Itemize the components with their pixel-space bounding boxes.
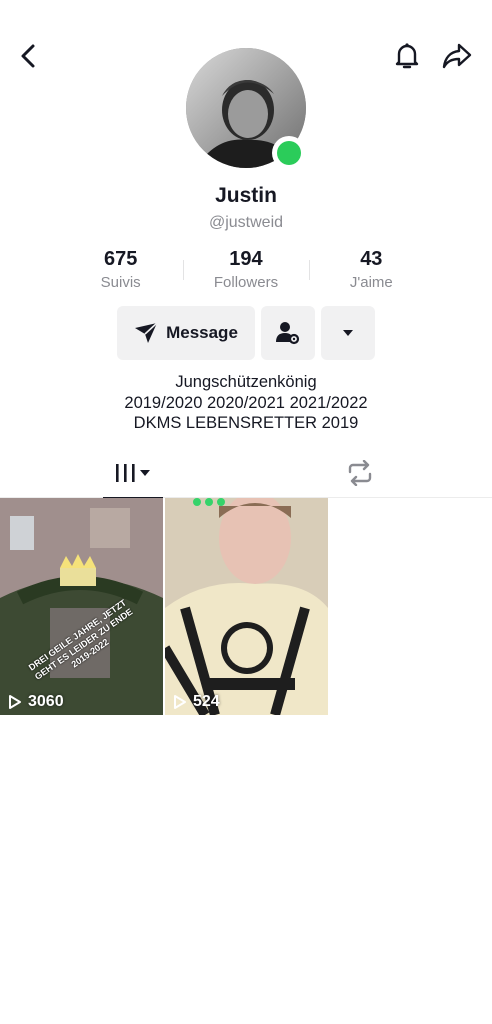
bio-line: DKMS LEBENSRETTER 2019	[133, 414, 359, 432]
stat-likes[interactable]: 43 J'aime	[308, 248, 434, 294]
profile-stats: 675 Suivis 194 Followers 43 J'aime	[58, 248, 434, 294]
profile-name: Justin	[215, 184, 277, 207]
play-icon	[174, 695, 186, 709]
user-settings-icon	[276, 322, 300, 345]
chevron-left-icon	[21, 44, 35, 68]
play-icon	[9, 695, 21, 709]
back-button[interactable]	[12, 38, 44, 74]
stat-value: 194	[229, 248, 263, 270]
stat-followers[interactable]: 194 Followers	[183, 248, 308, 294]
stat-label: Suivis	[100, 274, 141, 291]
video-thumbnail	[165, 498, 328, 715]
video-grid: DREI GEILE JAHRE, JETZT GEHT ES LEIDER Z…	[0, 498, 492, 715]
profile-avatar[interactable]	[186, 48, 306, 170]
bio-line: Jungschützenkönig	[175, 373, 317, 391]
stat-value: 43	[360, 248, 383, 270]
video-thumbnail	[0, 498, 163, 715]
content-tabs	[0, 448, 492, 499]
tab-videos[interactable]	[103, 448, 163, 499]
grid-lines-icon	[116, 464, 150, 482]
profile-actions: Message	[0, 306, 492, 360]
stat-label: J'aime	[349, 274, 393, 291]
repost-icon	[348, 460, 372, 486]
notifications-button[interactable]	[390, 38, 424, 74]
share-button[interactable]	[440, 38, 474, 74]
view-count: 524	[173, 693, 220, 711]
more-options-button[interactable]	[321, 306, 375, 360]
tab-reposts[interactable]	[330, 448, 390, 498]
view-count: 3060	[8, 693, 64, 711]
message-button-label: Message	[166, 323, 238, 342]
bell-icon	[395, 43, 419, 69]
stat-following[interactable]: 675 Suivis	[58, 248, 183, 294]
video-tile[interactable]: DREI GEILE JAHRE, JETZT GEHT ES LEIDER Z…	[0, 498, 163, 715]
message-button[interactable]: Message	[117, 306, 255, 360]
video-tile[interactable]: 524	[165, 498, 328, 715]
profile-handle: @justweid	[208, 214, 284, 231]
send-icon	[135, 322, 158, 343]
view-count-value: 524	[193, 693, 220, 710]
view-count-value: 3060	[28, 693, 64, 710]
profile-bio: Jungschützenkönig 2019/2020 2020/2021 20…	[0, 372, 492, 434]
bio-line: 2019/2020 2020/2021 2021/2022	[124, 393, 368, 412]
online-status-indicator	[272, 136, 306, 170]
stat-value: 675	[103, 248, 138, 270]
stat-label: Followers	[213, 274, 279, 291]
caret-down-icon	[343, 330, 353, 336]
share-arrow-icon	[442, 43, 472, 69]
user-settings-button[interactable]	[261, 306, 315, 360]
